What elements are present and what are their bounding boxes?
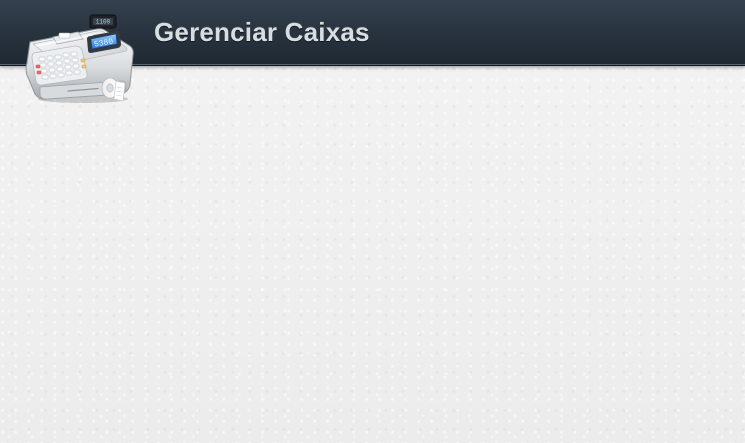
svg-text:1100: 1100 (96, 19, 111, 26)
cash-register-icon: 1100 5380 (22, 13, 138, 105)
page-title: Gerenciar Caixas (154, 17, 370, 47)
